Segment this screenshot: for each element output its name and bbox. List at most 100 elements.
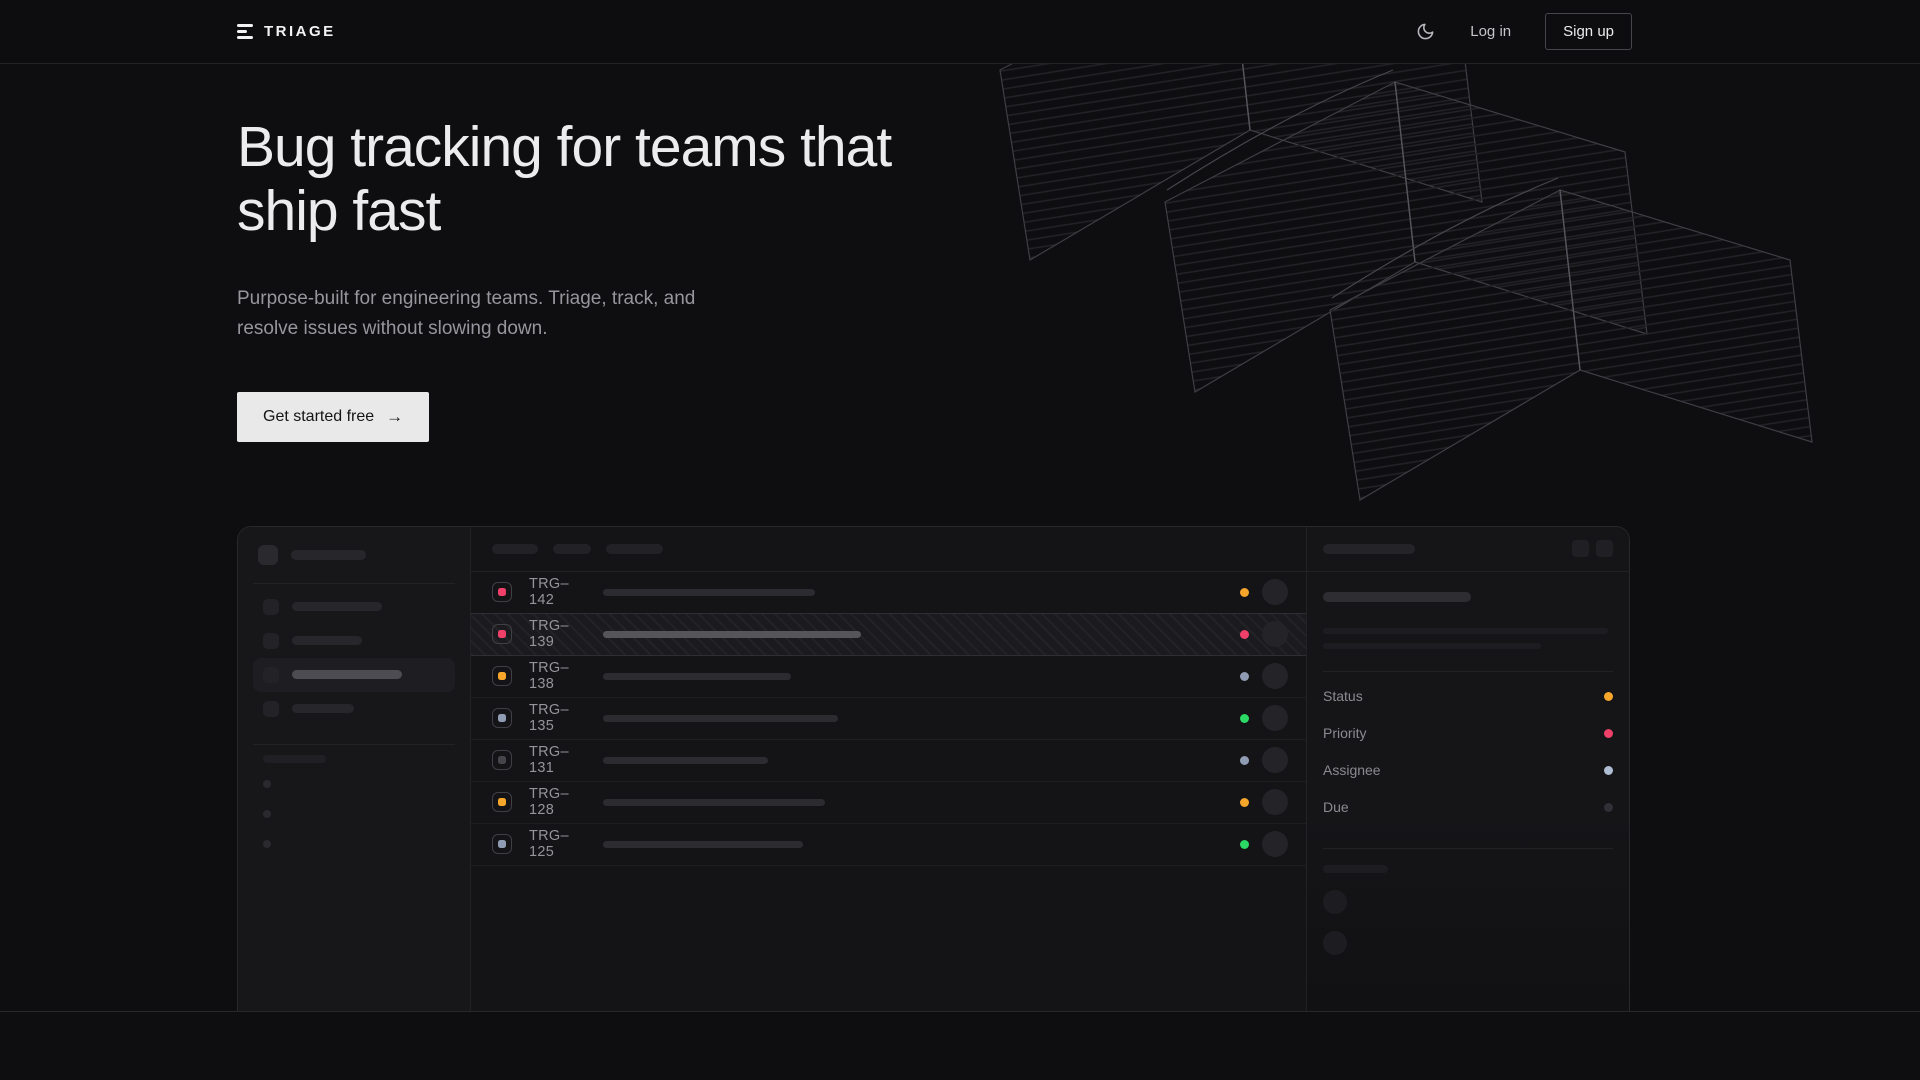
sidebar-section-label-skeleton	[263, 755, 326, 763]
login-link[interactable]: Log in	[1470, 23, 1511, 40]
issue-type-icon	[492, 666, 512, 686]
detail-field-row[interactable]: Status	[1323, 678, 1613, 715]
detail-text-skeleton	[1323, 628, 1608, 634]
field-label: Status	[1323, 688, 1363, 704]
workspace-switcher[interactable]	[253, 545, 455, 565]
sidebar-item[interactable]	[253, 692, 455, 726]
footer-band	[0, 1011, 1920, 1079]
field-label: Assignee	[1323, 762, 1381, 778]
nav-actions: Log in Sign up	[1414, 13, 1632, 50]
issue-row[interactable]: TRG–128	[471, 782, 1306, 824]
sidebar-divider	[253, 744, 455, 745]
triage-logo-icon	[237, 24, 253, 39]
detail-fields: Status Priority Assignee Due	[1323, 678, 1613, 826]
issue-title-skeleton	[603, 631, 861, 638]
get-started-label: Get started free	[263, 408, 374, 426]
moon-icon	[1416, 22, 1435, 41]
issue-row-meta	[1240, 789, 1288, 815]
issue-detail-panel: Status Priority Assignee Due	[1306, 527, 1629, 1011]
issue-row-meta	[1240, 747, 1288, 773]
issue-title-skeleton	[603, 841, 803, 848]
hero-title: Bug tracking for teams that ship fast	[237, 116, 937, 244]
issue-row[interactable]: TRG–138	[471, 656, 1306, 698]
field-label: Due	[1323, 799, 1349, 815]
assignee-avatar	[1262, 663, 1288, 689]
issue-title-skeleton	[603, 757, 768, 764]
sidebar-item-label-skeleton	[292, 704, 354, 713]
issue-id: TRG–135	[529, 702, 591, 734]
issue-list-header	[471, 527, 1306, 572]
get-started-button[interactable]: Get started free →	[237, 392, 429, 442]
issue-type-icon	[492, 834, 512, 854]
workspace-name-skeleton	[291, 550, 366, 560]
sidebar-item[interactable]	[253, 590, 455, 624]
detail-breadcrumb-skeleton	[1323, 544, 1415, 554]
issue-row-meta	[1240, 579, 1288, 605]
signup-button[interactable]: Sign up	[1545, 13, 1632, 50]
issue-row[interactable]: TRG–139	[471, 614, 1306, 656]
sidebar-item-label-skeleton	[292, 670, 402, 679]
sidebar-item-icon	[263, 701, 279, 717]
issue-type-icon	[492, 792, 512, 812]
issue-row-meta	[1240, 621, 1288, 647]
workspace-icon	[258, 545, 278, 565]
issue-type-icon	[492, 582, 512, 602]
sidebar-item-label-skeleton	[292, 602, 382, 611]
issue-type-icon	[492, 708, 512, 728]
status-dot-icon	[1240, 630, 1249, 639]
activity-label-skeleton	[1323, 865, 1388, 873]
status-dot-icon	[1240, 840, 1249, 849]
sidebar-item-active[interactable]	[253, 658, 455, 692]
sidebar-item[interactable]	[253, 624, 455, 658]
filter-tab-skeleton[interactable]	[553, 544, 591, 554]
sidebar-project-item[interactable]	[253, 829, 455, 859]
brand-logo[interactable]: TRIAGE	[237, 23, 336, 40]
issue-row-meta	[1240, 663, 1288, 689]
field-label: Priority	[1323, 725, 1367, 741]
issue-row[interactable]: TRG–142	[471, 572, 1306, 614]
assignee-avatar	[1262, 789, 1288, 815]
sidebar-item-label-skeleton	[292, 636, 362, 645]
issue-row-meta	[1240, 705, 1288, 731]
detail-divider	[1323, 671, 1613, 672]
issue-title-skeleton	[603, 799, 825, 806]
detail-action-button[interactable]	[1572, 540, 1589, 557]
issue-id: TRG–128	[529, 786, 591, 818]
status-dot-icon	[1240, 672, 1249, 681]
filter-tab-skeleton[interactable]	[492, 544, 538, 554]
detail-field-row[interactable]: Due	[1323, 789, 1613, 826]
sidebar-item-icon	[263, 599, 279, 615]
issue-type-icon	[492, 624, 512, 644]
detail-divider	[1323, 848, 1613, 849]
issue-id: TRG–139	[529, 618, 591, 650]
field-value-dot-icon	[1604, 729, 1613, 738]
preview-sidebar	[238, 527, 471, 1011]
assignee-avatar	[1262, 705, 1288, 731]
hero-subtitle: Purpose-built for engineering teams. Tri…	[237, 284, 707, 344]
issue-row[interactable]: TRG–135	[471, 698, 1306, 740]
detail-header-actions	[1572, 540, 1613, 557]
theme-toggle-button[interactable]	[1414, 21, 1436, 43]
assignee-avatar	[1262, 621, 1288, 647]
issue-id: TRG–131	[529, 744, 591, 776]
issue-id: TRG–138	[529, 660, 591, 692]
issue-row[interactable]: TRG–131	[471, 740, 1306, 782]
assignee-avatar	[1262, 831, 1288, 857]
detail-title-skeleton	[1323, 592, 1471, 602]
arrow-right-icon: →	[386, 408, 403, 425]
status-dot-icon	[1240, 798, 1249, 807]
sidebar-divider	[253, 583, 455, 584]
detail-header	[1307, 527, 1629, 572]
top-nav: TRIAGE Log in Sign up	[0, 0, 1920, 64]
issue-row-meta	[1240, 831, 1288, 857]
assignee-avatar	[1262, 747, 1288, 773]
status-dot-icon	[1240, 714, 1249, 723]
filter-tab-skeleton[interactable]	[606, 544, 663, 554]
detail-action-button[interactable]	[1596, 540, 1613, 557]
sidebar-project-item[interactable]	[253, 799, 455, 829]
detail-field-row[interactable]: Priority	[1323, 715, 1613, 752]
detail-field-row[interactable]: Assignee	[1323, 752, 1613, 789]
issue-title-skeleton	[603, 589, 815, 596]
sidebar-project-item[interactable]	[253, 769, 455, 799]
issue-row[interactable]: TRG–125	[471, 824, 1306, 866]
